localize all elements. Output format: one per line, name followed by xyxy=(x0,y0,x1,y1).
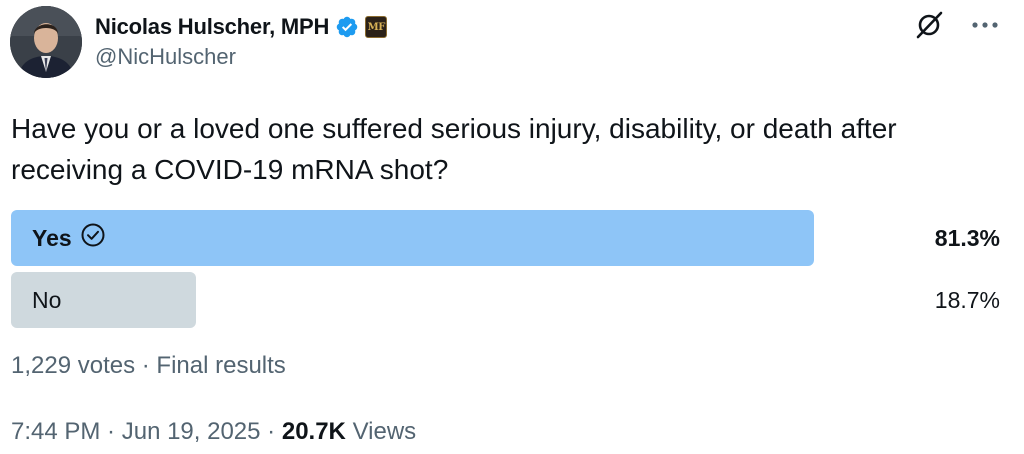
avatar-image xyxy=(10,6,82,78)
separator: · xyxy=(100,418,122,445)
post-text: Have you or a loved one suffered serious… xyxy=(11,113,897,185)
author-display-name[interactable]: Nicolas Hulscher, MPH xyxy=(95,14,329,40)
poll-option-label: No xyxy=(32,286,62,313)
poll-option-no: No 18.7% xyxy=(11,272,1000,328)
poll-bar-yes xyxy=(11,210,814,266)
views-label: Views xyxy=(352,418,417,445)
poll-meta: 1,229 votes · Final results xyxy=(11,352,286,380)
poll-option-yes: Yes 81.3% xyxy=(11,210,1000,266)
poll-option-label-group: No xyxy=(32,272,61,328)
separator: · xyxy=(135,352,157,379)
poll-status: Final results xyxy=(156,352,286,379)
post-date[interactable]: Jun 19, 2025 xyxy=(122,418,261,445)
check-circle-icon xyxy=(80,222,106,254)
poll-option-percent: 81.3% xyxy=(934,224,1000,251)
poll-option-percent: 18.7% xyxy=(934,286,1000,313)
author-name-row: Nicolas Hulscher, MPH MF xyxy=(95,10,388,44)
verified-badge-icon[interactable] xyxy=(335,15,359,39)
affiliation-badge[interactable]: MF xyxy=(365,16,388,38)
post-time[interactable]: 7:44 PM xyxy=(11,418,100,445)
poll-option-label: Yes xyxy=(32,224,72,251)
separator: · xyxy=(260,418,282,445)
affiliation-badge-text: MF xyxy=(367,21,386,33)
avatar[interactable] xyxy=(10,6,82,78)
author-handle[interactable]: @NicHulscher xyxy=(95,44,236,70)
post-actions-top xyxy=(912,8,1002,42)
grok-icon[interactable] xyxy=(912,8,946,42)
post-timestamp-row: 7:44 PM · Jun 19, 2025 · 20.7K Views xyxy=(11,418,416,446)
poll-option-label-group: Yes xyxy=(32,210,106,266)
poll-votes: 1,229 votes xyxy=(11,352,136,379)
more-icon[interactable] xyxy=(968,8,1002,42)
views-count: 20.7K xyxy=(281,418,346,445)
